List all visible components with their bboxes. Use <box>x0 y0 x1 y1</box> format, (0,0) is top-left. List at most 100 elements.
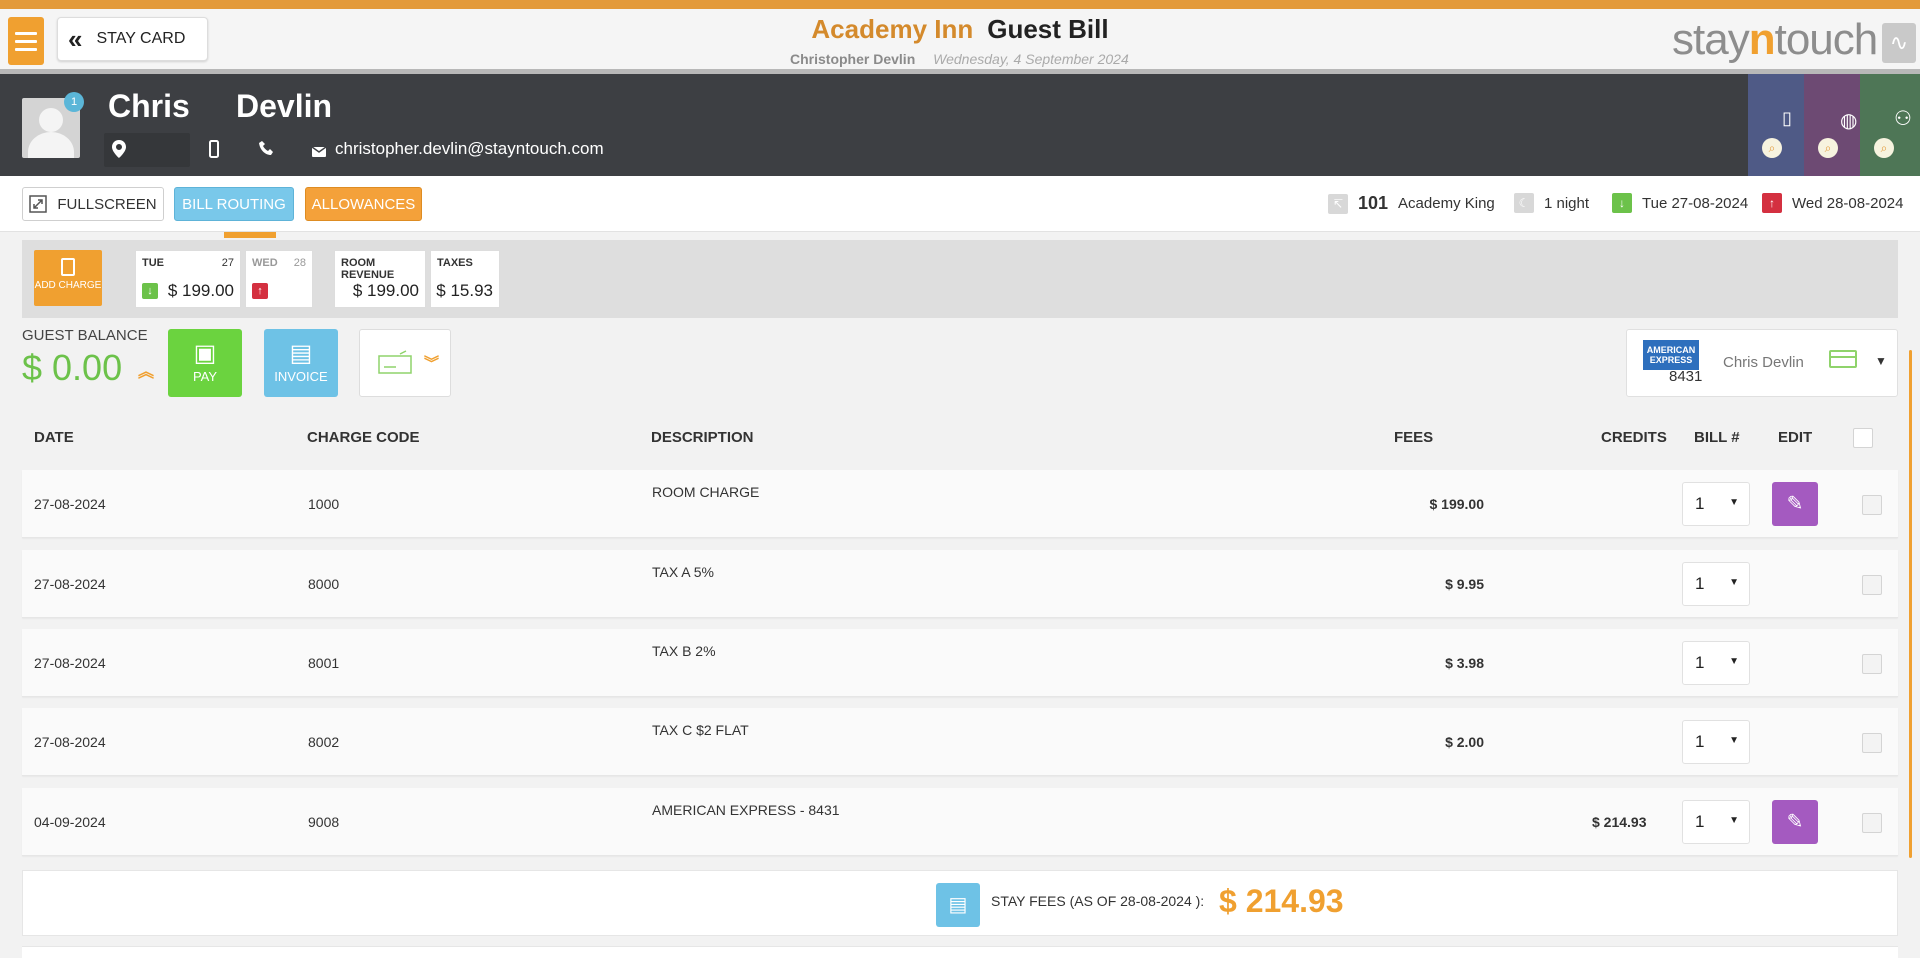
col-credits: CREDITS <box>1601 429 1667 446</box>
chevron-up-icon[interactable]: ︽ <box>138 358 154 382</box>
globe-icon: ◍ <box>1840 110 1858 132</box>
magnifier-icon: ⌕ <box>1762 138 1782 158</box>
pay-button[interactable]: ▣ PAY <box>168 329 242 397</box>
col-edit: EDIT <box>1778 429 1813 446</box>
mobile-phone-icon[interactable] <box>209 140 219 163</box>
business-date: Wednesday, 4 September 2024 <box>933 51 1129 67</box>
arrival-arrow-icon: ↓ <box>1612 193 1632 213</box>
stay-fees-label: STAY FEES (AS OF 28-08-2024 ): <box>991 893 1205 909</box>
group-card-tab[interactable]: ⚇ ⌕ <box>1860 74 1920 176</box>
edit-pencil-icon[interactable]: ✎ <box>1772 800 1818 844</box>
receipt-icon: ▤ <box>936 883 980 927</box>
cheque-icon <box>378 350 412 374</box>
bill-select[interactable]: 1 ▼ <box>1682 482 1750 526</box>
guest-balance-amount: $ 0.00 <box>22 347 123 388</box>
action-row: FULLSCREEN BILL ROUTING ALLOWANCES ↸ 101… <box>0 176 1920 232</box>
day-box-wed[interactable]: WED 28 ↑ <box>245 250 313 308</box>
departure-arrow-icon: ↑ <box>1762 193 1782 213</box>
magnifier-icon: ⌕ <box>1874 138 1894 158</box>
page-title: Academy Inn Guest Bill <box>0 14 1920 45</box>
page-subtitle: Christopher Devlin Wednesday, 4 Septembe… <box>790 51 1129 67</box>
phone-icon[interactable] <box>259 140 275 161</box>
arrival-arrow-icon: ↓ <box>142 283 158 299</box>
travel-agent-card-tab[interactable]: ◍ ⌕ <box>1804 74 1860 176</box>
guest-bar: 1 Chris Devlin christopher.devlin@staynt… <box>0 74 1920 176</box>
add-charge-label: ADD CHARGE <box>34 280 102 291</box>
caret-down-icon: ▼ <box>1729 815 1739 826</box>
allowances-button[interactable]: ALLOWANCES <box>305 187 422 221</box>
room-key-icon: ↸ <box>1328 193 1348 214</box>
bill-select[interactable]: 1 ▼ <box>1682 562 1750 606</box>
col-bill: BILL # <box>1694 429 1740 446</box>
strip-active-tab <box>224 232 276 238</box>
table-row: 04-09-2024 9008 AMERICAN EXPRESS - 8431 … <box>22 788 1898 856</box>
top-bar: « STAY CARD Academy Inn Guest Bill Christ… <box>0 0 1920 74</box>
amex-logo-icon: AMERICAN EXPRESS <box>1643 340 1699 370</box>
chevron-down-icon: ︾ <box>424 355 440 372</box>
receipt-icon: ▤ <box>289 340 313 367</box>
room-number: 101 <box>1358 193 1389 213</box>
arrival-date: Tue 27-08-2024 <box>1642 194 1749 212</box>
row-checkbox[interactable] <box>1862 813 1882 833</box>
fullscreen-button[interactable]: FULLSCREEN <box>22 187 164 221</box>
bill-select[interactable]: 1 ▼ <box>1682 800 1750 844</box>
add-charge-button[interactable]: ADD CHARGE <box>34 250 102 306</box>
expand-icon <box>29 195 48 213</box>
moon-icon: ☾ <box>1514 193 1534 213</box>
bill-select[interactable]: 1 ▼ <box>1682 641 1750 685</box>
caret-down-icon: ▼ <box>1729 735 1739 746</box>
row-checkbox[interactable] <box>1862 495 1882 515</box>
guest-first-name: Chris <box>108 88 190 124</box>
table-row: 27-08-2024 8001 TAX B 2% $ 3.98 1 ▼ <box>22 629 1898 697</box>
departure-info: ↑ Wed 28-08-2024 <box>1762 193 1903 213</box>
group-icon: ⚇ <box>1894 108 1912 130</box>
row-checkbox[interactable] <box>1862 733 1882 753</box>
wallet-icon: ▣ <box>193 340 217 367</box>
building-icon: ▯ <box>1782 108 1792 128</box>
pay-label: PAY <box>192 369 218 384</box>
card-last4: 8431 <box>1669 368 1703 385</box>
caret-down-icon: ▼ <box>1729 656 1739 667</box>
location-pin-icon <box>112 140 126 163</box>
email-icon <box>311 144 327 162</box>
day-box-tue[interactable]: TUE 27 ↓ $ 199.00 <box>135 250 241 308</box>
row-checkbox[interactable] <box>1862 654 1882 674</box>
guest-count-badge: 1 <box>64 92 84 112</box>
edit-pencil-icon[interactable]: ✎ <box>1772 482 1818 526</box>
brand-logo: stayntouch <box>1672 15 1878 64</box>
room-revenue-box: ROOM REVENUE $ 199.00 <box>334 250 426 308</box>
next-section-edge <box>22 946 1898 958</box>
nights-info: ☾ 1 night <box>1514 193 1589 213</box>
invoice-label: INVOICE <box>274 369 328 384</box>
table-row: 27-08-2024 8000 TAX A 5% $ 9.95 1 ▼ <box>22 550 1898 618</box>
departure-date: Wed 28-08-2024 <box>1792 194 1904 212</box>
charges-calendar-strip: ADD CHARGE TUE 27 ↓ $ 199.00 WED 28 ↑ RO… <box>22 240 1898 318</box>
payment-options-button[interactable]: ︾ <box>359 329 451 397</box>
row-checkbox[interactable] <box>1862 575 1882 595</box>
col-date: DATE <box>34 429 74 446</box>
caret-down-icon: ▼ <box>1875 354 1887 368</box>
magnifier-icon: ⌕ <box>1818 138 1838 158</box>
company-card-tab[interactable]: ▯ ⌕ <box>1748 74 1804 176</box>
fullscreen-label: FULLSCREEN <box>57 195 157 213</box>
bill-routing-button[interactable]: BILL ROUTING <box>174 187 294 221</box>
calculator-icon <box>61 258 75 276</box>
guest-full-name: Christopher Devlin <box>790 51 916 67</box>
invoice-button[interactable]: ▤ INVOICE <box>264 329 338 397</box>
credit-card-icon <box>1829 350 1857 368</box>
stay-fees-amount: $ 214.93 <box>1219 883 1344 919</box>
bill-select[interactable]: 1 ▼ <box>1682 720 1750 764</box>
room-info: ↸ 101 Academy King <box>1328 193 1495 214</box>
table-row: 27-08-2024 1000 ROOM CHARGE $ 199.00 1 ▼ … <box>22 470 1898 538</box>
scrollbar[interactable] <box>1909 350 1912 858</box>
payment-card-selector[interactable]: AMERICAN EXPRESS 8431 Chris Devlin ▼ <box>1626 329 1898 397</box>
col-fees: FEES <box>1394 429 1434 446</box>
taxes-box: TAXES $ 15.93 <box>430 250 500 308</box>
stay-fees-summary: ▤ STAY FEES (AS OF 28-08-2024 ): $ 214.9… <box>22 870 1898 936</box>
activity-pulse-icon[interactable]: ∿ <box>1882 23 1916 63</box>
card-holder: Chris Devlin <box>1723 354 1804 371</box>
caret-down-icon: ▼ <box>1729 577 1739 588</box>
select-all-checkbox[interactable] <box>1853 428 1873 448</box>
guest-email[interactable]: christopher.devlin@stayntouch.com <box>335 139 604 159</box>
room-type: Academy King <box>1398 195 1495 212</box>
